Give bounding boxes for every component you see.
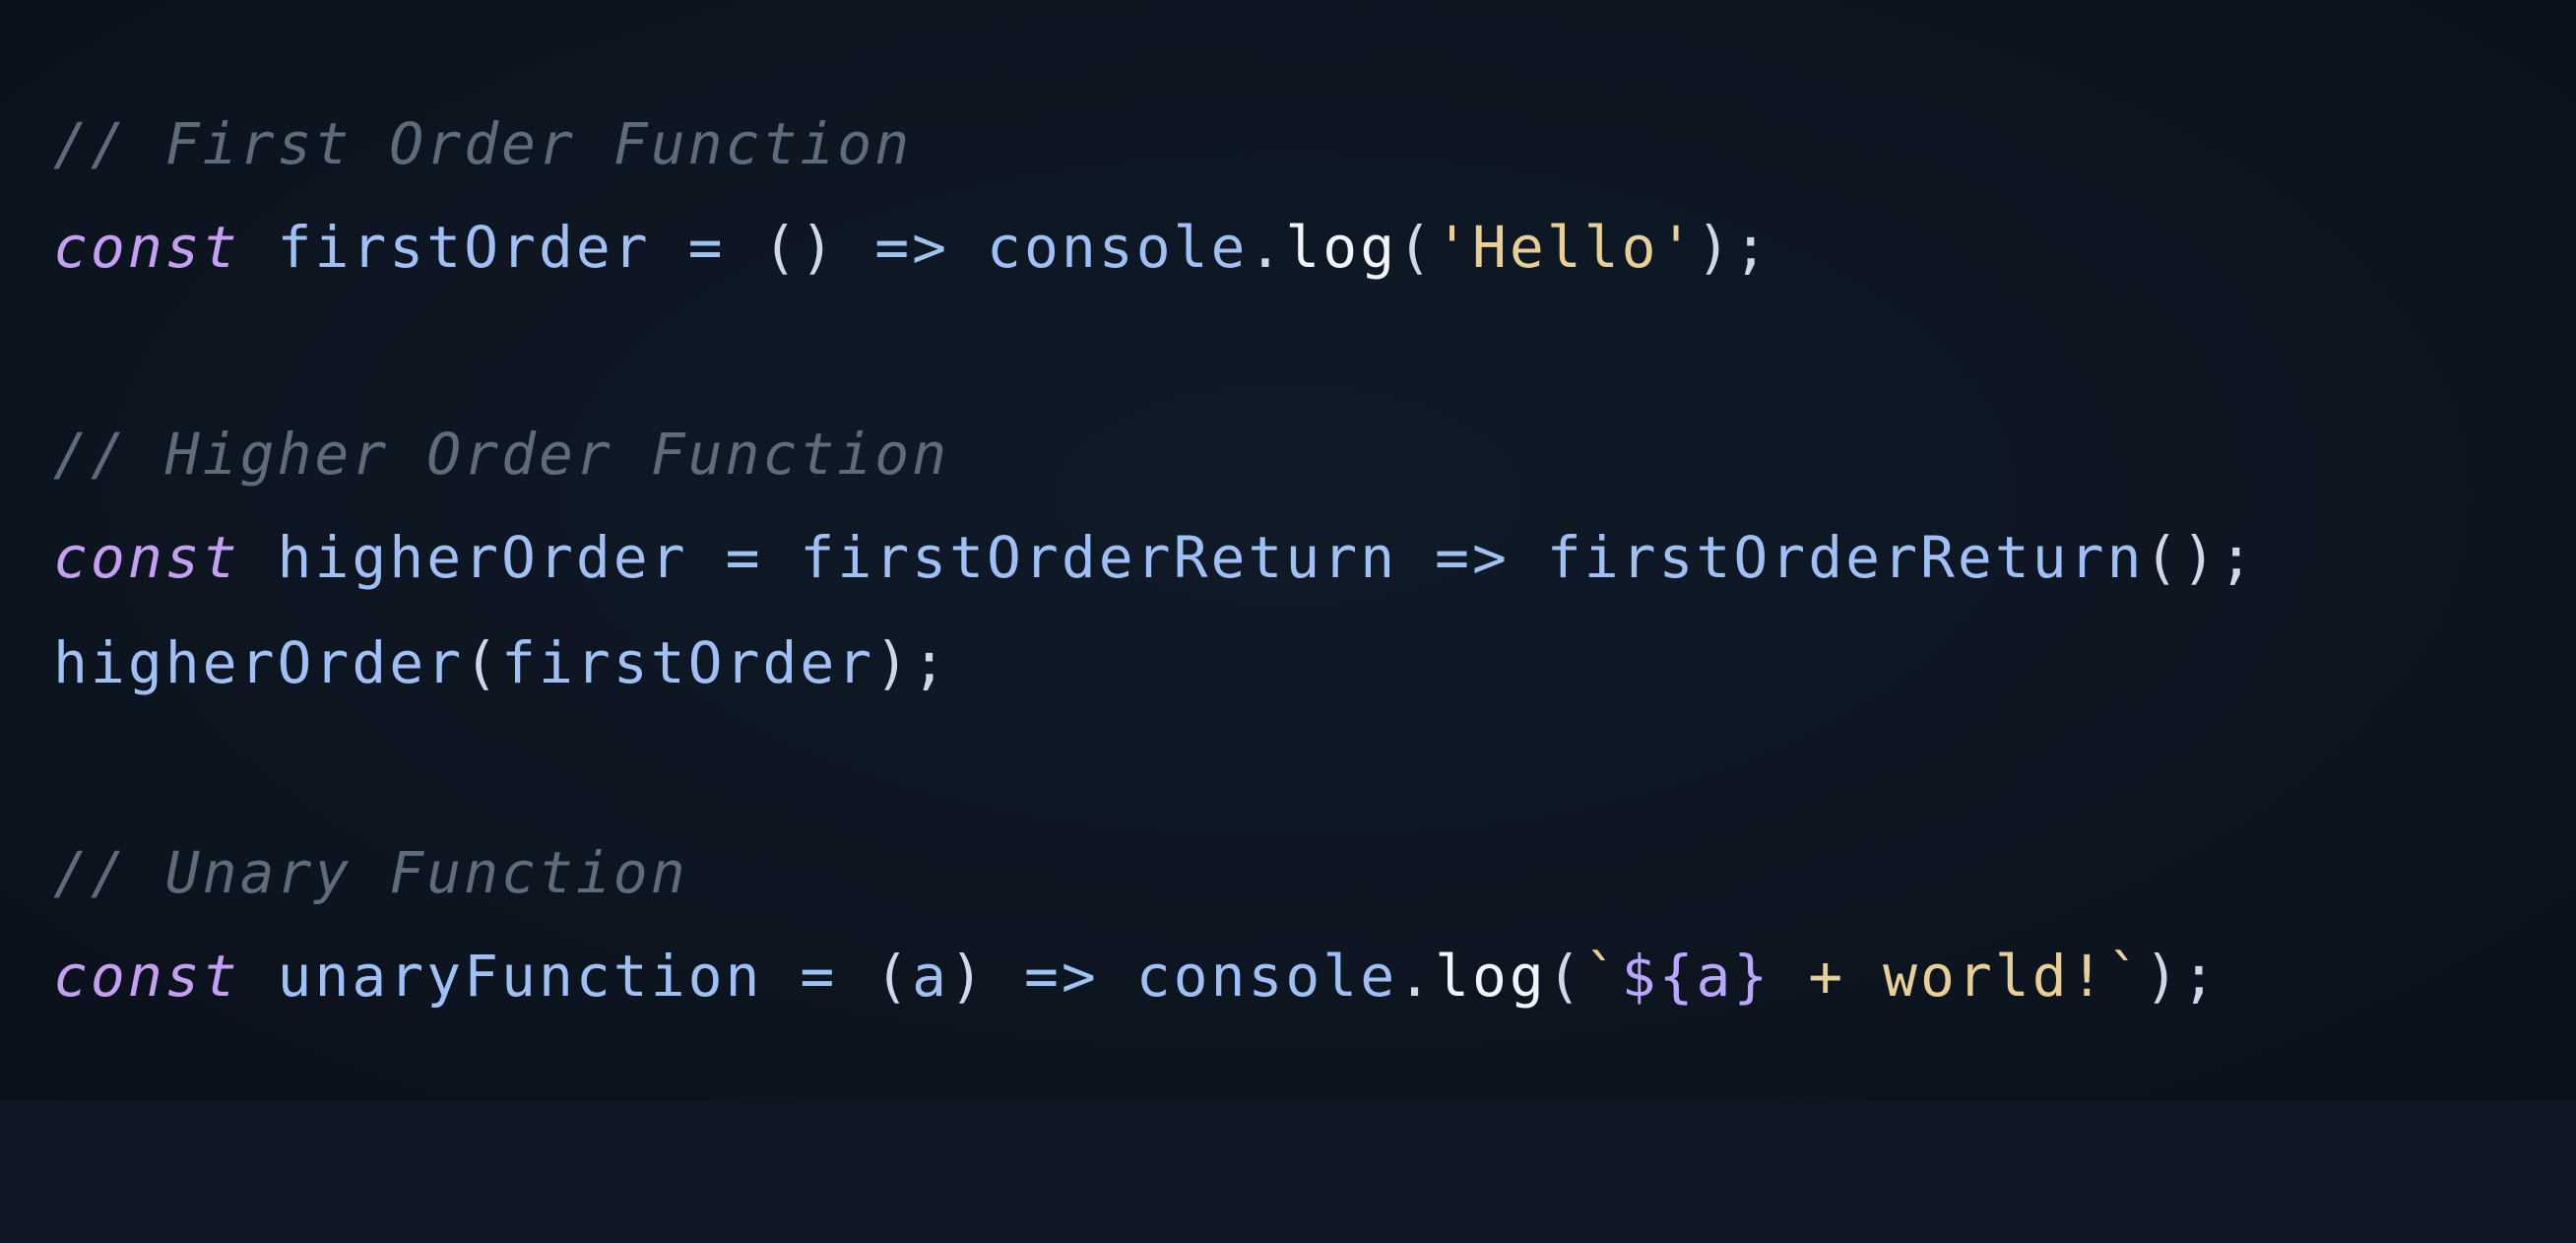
dot-operator: . — [1248, 214, 1286, 281]
keyword-const: const — [53, 524, 240, 591]
identifier-firstOrder: firstOrder — [277, 214, 651, 281]
code-line-6: higherOrder(firstOrder); — [53, 623, 949, 702]
open-paren: ( — [464, 629, 502, 696]
arg-firstOrder: firstOrder — [501, 629, 875, 696]
identifier-higherOrder: higherOrder — [277, 524, 688, 591]
code-line-4: // Higher Order Function — [53, 415, 949, 493]
open-paren: ( — [1546, 943, 1584, 1010]
close-paren-semicolon: ); — [2144, 943, 2220, 1010]
arrow-operator: => — [874, 214, 950, 281]
code-line-5: const higherOrder = firstOrderReturn => … — [53, 518, 2256, 597]
code-editor: // First Order Function const firstOrder… — [0, 0, 2576, 1101]
identifier-console: console — [987, 214, 1249, 281]
param-a: a — [912, 943, 950, 1010]
call-firstOrderReturn: firstOrderReturn — [1546, 524, 2145, 591]
method-log: log — [1285, 214, 1398, 281]
code-line-9: const unaryFunction = (a) => console.log… — [53, 937, 2219, 1015]
identifier-console: console — [1135, 943, 1398, 1010]
param-firstOrderReturn: firstOrderReturn — [800, 524, 1398, 591]
code-line-2: const firstOrder = () => console.log('He… — [53, 208, 1771, 287]
template-interpolation: ${a} — [1621, 943, 1771, 1010]
close-paren-semicolon: ); — [1696, 214, 1771, 281]
template-backtick-close: ` — [2106, 943, 2145, 1010]
close-paren-semicolon: ); — [874, 629, 950, 696]
call-parens-semicolon: (); — [2144, 524, 2257, 591]
template-backtick-open: ` — [1583, 943, 1622, 1010]
operator-equals: = — [725, 524, 763, 591]
comment-unary: // Unary Function — [53, 839, 688, 906]
empty-params: () — [762, 214, 838, 281]
template-text: + world! — [1771, 943, 2107, 1010]
param-close-paren: ) — [949, 943, 988, 1010]
identifier-unaryFunction: unaryFunction — [277, 943, 763, 1010]
keyword-const: const — [53, 214, 240, 281]
operator-equals: = — [800, 943, 838, 1010]
dot-operator: . — [1397, 943, 1436, 1010]
operator-equals: = — [687, 214, 726, 281]
param-open-paren: ( — [874, 943, 913, 1010]
call-higherOrder: higherOrder — [53, 629, 465, 696]
code-block: // First Order Function const firstOrder… — [53, 104, 2253, 1243]
comment-first-order: // First Order Function — [53, 110, 913, 177]
comment-higher-order: // Higher Order Function — [53, 421, 950, 488]
keyword-const: const — [53, 943, 240, 1010]
arrow-operator: => — [1023, 943, 1099, 1010]
method-log: log — [1435, 943, 1547, 1010]
open-paren: ( — [1397, 214, 1436, 281]
code-line-8: // Unary Function — [53, 833, 688, 912]
string-hello: 'Hello' — [1435, 214, 1697, 281]
arrow-operator: => — [1435, 524, 1510, 591]
code-line-1: // First Order Function — [53, 104, 912, 183]
